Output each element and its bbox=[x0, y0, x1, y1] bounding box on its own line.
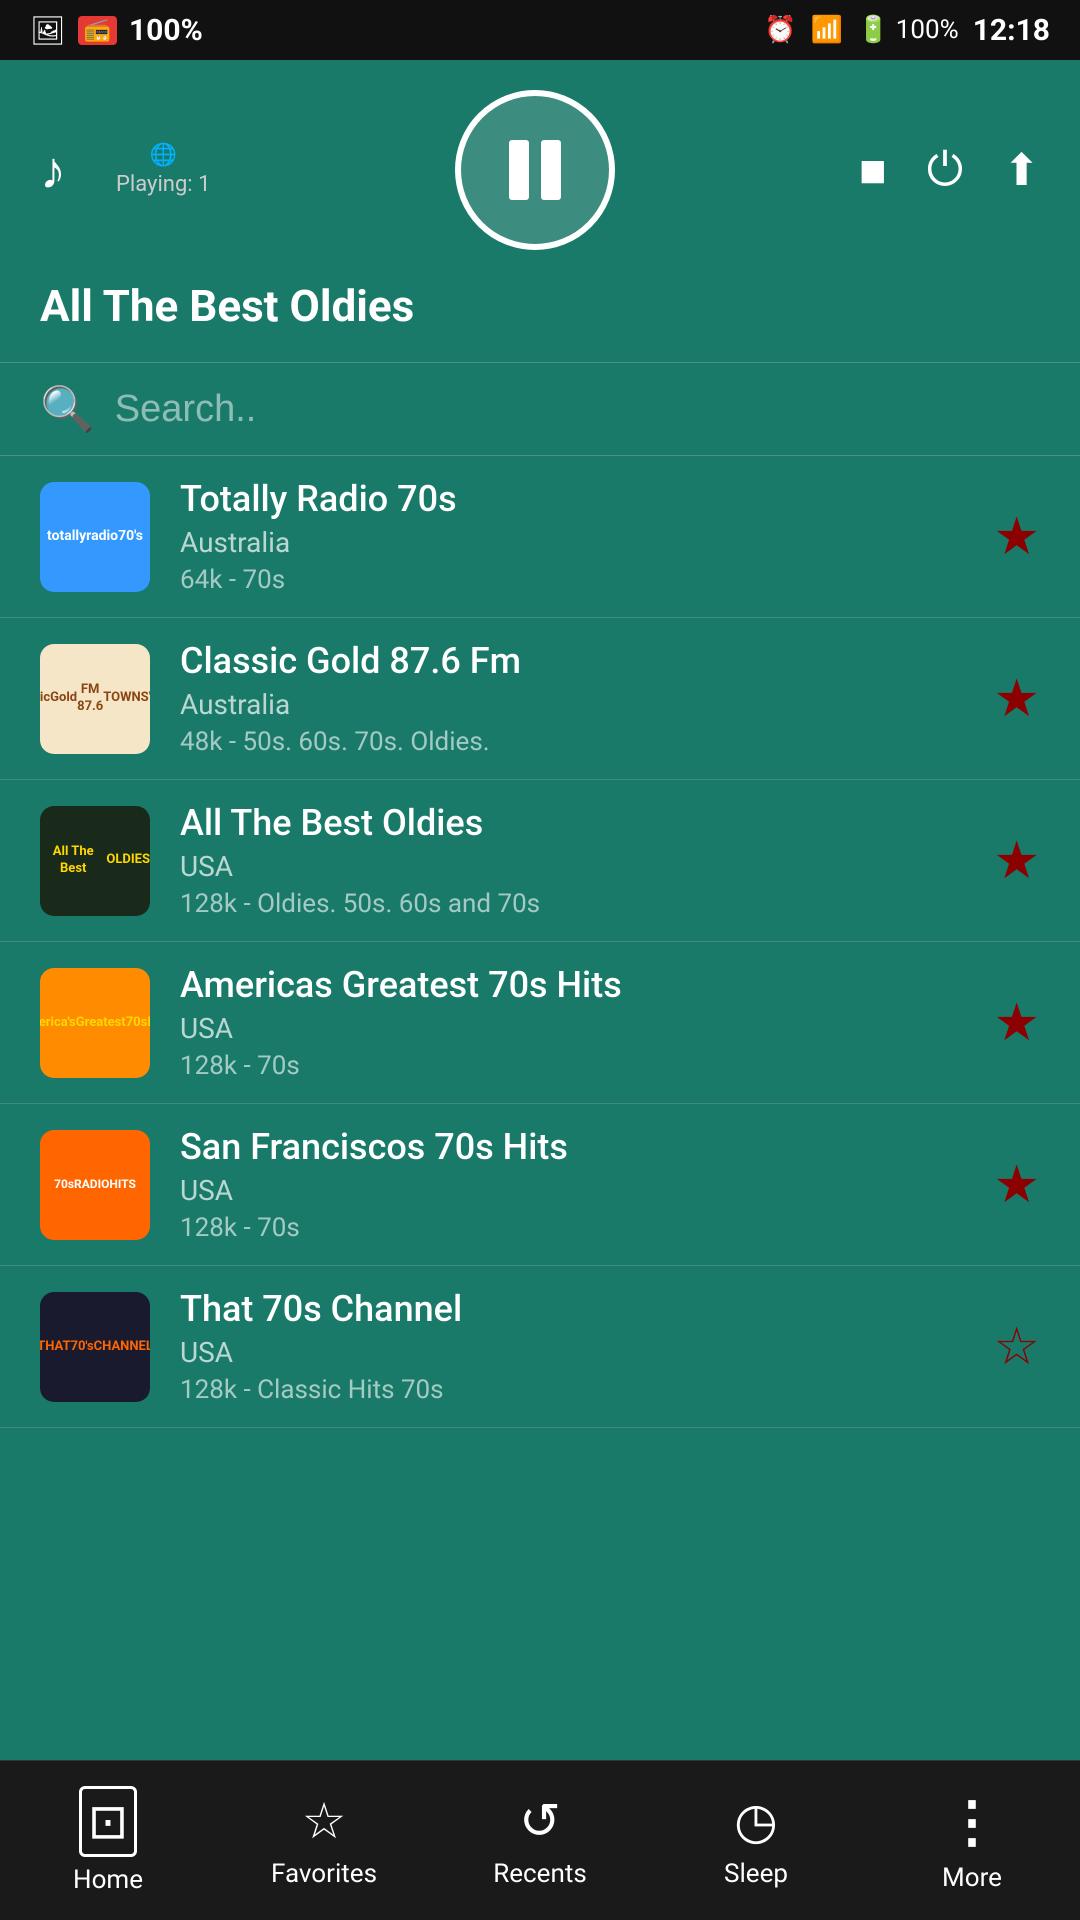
recents-icon: ↺ bbox=[519, 1792, 561, 1851]
station-logo: THAT70'sCHANNEL bbox=[40, 1292, 150, 1402]
station-country: USA bbox=[180, 850, 963, 883]
favorites-icon: ☆ bbox=[302, 1792, 347, 1851]
station-logo: 70sRADIOHITS bbox=[40, 1130, 150, 1240]
status-bar: 🖼 📻 100% ⏰ 📶 🔋 100% 12:18 bbox=[0, 0, 1080, 60]
stop-button[interactable]: ■ bbox=[859, 143, 887, 198]
station-meta: 128k - 70s bbox=[180, 1051, 963, 1081]
favorite-button[interactable]: ★ bbox=[993, 506, 1040, 567]
favorite-button[interactable]: ★ bbox=[993, 1154, 1040, 1215]
station-item[interactable]: America'sGreatest70sHits Americas Greate… bbox=[0, 942, 1080, 1104]
globe-icon: 🌐 bbox=[150, 143, 177, 168]
player-header: ♪ 🌐 Playing: 1 ■ ⏻ ⬆ All The Best Oldies bbox=[0, 60, 1080, 362]
nav-item-recents[interactable]: ↺ Recents bbox=[432, 1792, 648, 1889]
station-name: All The Best Oldies bbox=[180, 802, 963, 844]
music-note-icon[interactable]: ♪ bbox=[40, 140, 66, 201]
pause-icon bbox=[509, 140, 561, 200]
station-item[interactable]: THAT70'sCHANNEL That 70s Channel USA 128… bbox=[0, 1266, 1080, 1428]
station-meta: 48k - 50s. 60s. 70s. Oldies. bbox=[180, 727, 963, 757]
station-info: All The Best Oldies USA 128k - Oldies. 5… bbox=[180, 802, 963, 919]
signal-strength: 100% bbox=[129, 13, 203, 48]
share-button[interactable]: ⬆ bbox=[1003, 144, 1040, 196]
station-info: Americas Greatest 70s Hits USA 128k - 70… bbox=[180, 964, 963, 1081]
status-right: ⏰ 📶 🔋 100% 12:18 bbox=[764, 13, 1050, 48]
battery-icon: 🔋 100% bbox=[857, 15, 959, 45]
station-info: Classic Gold 87.6 Fm Australia 48k - 50s… bbox=[180, 640, 963, 757]
search-bar: 🔍 bbox=[0, 362, 1080, 456]
more-icon: ⋮ bbox=[944, 1789, 1000, 1855]
image-icon: 🖼 bbox=[30, 14, 66, 47]
station-logo: All The BestOLDIES bbox=[40, 806, 150, 916]
pause-bar-right bbox=[541, 140, 561, 200]
status-left: 🖼 📻 100% bbox=[30, 13, 203, 48]
sleep-icon: ◷ bbox=[734, 1792, 778, 1851]
station-logo: ClassicGoldFM 87.6TOWNSVILLE bbox=[40, 644, 150, 754]
station-country: Australia bbox=[180, 526, 963, 559]
station-item[interactable]: All The BestOLDIES All The Best Oldies U… bbox=[0, 780, 1080, 942]
station-name: Americas Greatest 70s Hits bbox=[180, 964, 963, 1006]
station-name: Classic Gold 87.6 Fm bbox=[180, 640, 963, 682]
station-info: San Franciscos 70s Hits USA 128k - 70s bbox=[180, 1126, 963, 1243]
nav-label-sleep: Sleep bbox=[724, 1859, 788, 1889]
station-meta: 64k - 70s bbox=[180, 565, 963, 595]
station-name: Totally Radio 70s bbox=[180, 478, 963, 520]
time-display: 12:18 bbox=[973, 13, 1050, 48]
pause-button[interactable] bbox=[455, 90, 615, 250]
alarm-icon: ⏰ bbox=[764, 15, 796, 45]
home-icon: ⊡ bbox=[79, 1786, 137, 1857]
station-logo: America'sGreatest70sHits bbox=[40, 968, 150, 1078]
nav-label-recents: Recents bbox=[493, 1859, 587, 1889]
power-button[interactable]: ⏻ bbox=[927, 143, 963, 198]
player-right-icons: ■ ⏻ ⬆ bbox=[859, 143, 1040, 198]
pause-bar-left bbox=[509, 140, 529, 200]
station-info: That 70s Channel USA 128k - Classic Hits… bbox=[180, 1288, 963, 1405]
now-playing-title: All The Best Oldies bbox=[40, 270, 1040, 342]
nav-item-sleep[interactable]: ◷ Sleep bbox=[648, 1792, 864, 1889]
player-left-icons: ♪ 🌐 Playing: 1 bbox=[40, 140, 210, 201]
favorite-button[interactable]: ★ bbox=[993, 992, 1040, 1053]
search-icon: 🔍 bbox=[40, 383, 95, 435]
station-name: San Franciscos 70s Hits bbox=[180, 1126, 963, 1168]
nav-label-home: Home bbox=[73, 1865, 143, 1895]
favorite-button[interactable]: ★ bbox=[993, 668, 1040, 729]
station-item[interactable]: 70sRADIOHITS San Franciscos 70s Hits USA… bbox=[0, 1104, 1080, 1266]
station-logo: totallyradio70's bbox=[40, 482, 150, 592]
nav-label-favorites: Favorites bbox=[271, 1859, 377, 1889]
favorite-button[interactable]: ★ bbox=[993, 830, 1040, 891]
station-item[interactable]: ClassicGoldFM 87.6TOWNSVILLE Classic Gol… bbox=[0, 618, 1080, 780]
station-country: USA bbox=[180, 1012, 963, 1045]
station-meta: 128k - Oldies. 50s. 60s and 70s bbox=[180, 889, 963, 919]
station-meta: 128k - 70s bbox=[180, 1213, 963, 1243]
nav-item-favorites[interactable]: ☆ Favorites bbox=[216, 1792, 432, 1889]
globe-icon-container[interactable]: 🌐 Playing: 1 bbox=[116, 143, 210, 197]
wifi-icon: 📶 bbox=[811, 15, 843, 45]
station-list: totallyradio70's Totally Radio 70s Austr… bbox=[0, 456, 1080, 1428]
favorite-button[interactable]: ☆ bbox=[993, 1316, 1040, 1377]
station-country: USA bbox=[180, 1174, 963, 1207]
station-country: Australia bbox=[180, 688, 963, 721]
player-controls-row: ♪ 🌐 Playing: 1 ■ ⏻ ⬆ bbox=[40, 90, 1040, 250]
nav-item-home[interactable]: ⊡ Home bbox=[0, 1786, 216, 1895]
search-input[interactable] bbox=[115, 388, 1040, 431]
nav-label-more: More bbox=[942, 1863, 1002, 1893]
radio-icon: 📻 bbox=[78, 16, 117, 45]
station-meta: 128k - Classic Hits 70s bbox=[180, 1375, 963, 1405]
bottom-nav: ⊡ Home ☆ Favorites ↺ Recents ◷ Sleep ⋮ M… bbox=[0, 1760, 1080, 1920]
station-country: USA bbox=[180, 1336, 963, 1369]
playing-label: Playing: 1 bbox=[116, 172, 210, 197]
station-info: Totally Radio 70s Australia 64k - 70s bbox=[180, 478, 963, 595]
station-name: That 70s Channel bbox=[180, 1288, 963, 1330]
station-item[interactable]: totallyradio70's Totally Radio 70s Austr… bbox=[0, 456, 1080, 618]
nav-item-more[interactable]: ⋮ More bbox=[864, 1789, 1080, 1893]
